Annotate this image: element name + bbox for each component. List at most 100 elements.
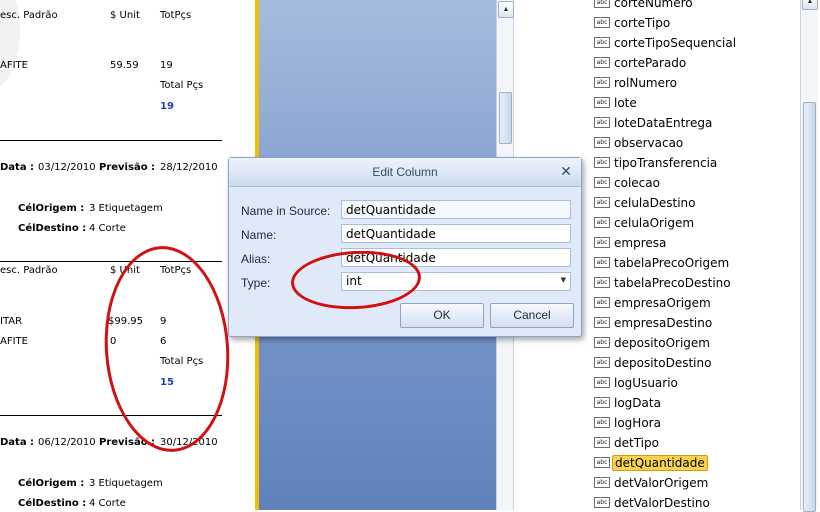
field-item-label: celulaDestino (614, 195, 696, 210)
string-field-icon: abc (594, 197, 610, 208)
field-item-label: detValorDestino (614, 495, 710, 510)
field-item[interactable]: abc celulaOrigem (594, 214, 696, 231)
name-field[interactable] (341, 224, 571, 243)
string-field-icon: abc (594, 417, 610, 428)
field-item[interactable]: abc depositoDestino (594, 354, 713, 371)
field-item-label: detTipo (614, 435, 659, 450)
previsao-value: 28/12/2010 (160, 162, 218, 173)
scrollbar-thumb[interactable] (803, 102, 816, 512)
scroll-up-button[interactable]: ▲ (802, 0, 818, 10)
field-item-label: tabelaPrecoDestino (614, 275, 731, 290)
field-item[interactable]: abc empresa (594, 234, 668, 251)
ok-button[interactable]: OK (400, 303, 484, 328)
item-qty: 19 (160, 60, 173, 71)
string-field-icon: abc (594, 457, 610, 468)
field-item-label: logData (614, 395, 661, 410)
name-in-source-field[interactable] (341, 200, 571, 219)
col-header-desc: esc. Padrão (0, 265, 58, 276)
string-field-icon: abc (594, 357, 610, 368)
field-item[interactable]: abc lote (594, 94, 639, 111)
field-item-label: observacao (614, 135, 684, 150)
string-field-icon: abc (594, 57, 610, 68)
alias-label: Alias: (241, 252, 271, 266)
field-item-label: corteTipo (614, 15, 671, 30)
string-field-icon: abc (594, 37, 610, 48)
item-desc: ITAR (0, 316, 23, 327)
field-item-label: detValorOrigem (614, 475, 709, 490)
field-item[interactable]: abc detQuantidade (594, 454, 708, 471)
cancel-button[interactable]: Cancel (490, 303, 574, 328)
field-item-label: empresaDestino (614, 315, 713, 330)
string-field-icon: abc (594, 337, 610, 348)
string-field-icon: abc (594, 297, 610, 308)
field-item[interactable]: abc celulaDestino (594, 194, 697, 211)
string-field-icon: abc (594, 497, 610, 508)
field-item[interactable]: abc detValorDestino (594, 494, 712, 511)
string-field-icon: abc (594, 437, 610, 448)
field-item[interactable]: abc empresaOrigem (594, 294, 713, 311)
item-unit: 59.59 (110, 60, 139, 71)
string-field-icon: abc (594, 477, 610, 488)
string-field-icon: abc (594, 17, 610, 28)
field-item[interactable]: abc corteParado (594, 54, 688, 71)
field-item-label: celulaOrigem (614, 215, 695, 230)
field-item-label: corteParado (614, 55, 687, 70)
string-field-icon: abc (594, 377, 610, 388)
data-value: 03/12/2010 (38, 162, 96, 173)
field-item-label: logHora (614, 415, 661, 430)
field-item[interactable]: abc depositoOrigem (594, 334, 712, 351)
total-label: Total Pçs (160, 80, 204, 91)
string-field-icon: abc (594, 257, 610, 268)
field-item[interactable]: abc rolNumero (594, 74, 679, 91)
string-field-icon: abc (594, 117, 610, 128)
string-field-icon: abc (594, 277, 610, 288)
field-list: abc corteNumero abc corteTipo abc corteTipoSe… (594, 0, 800, 510)
field-list-scrollbar[interactable]: ▲ (800, 0, 818, 512)
destino-label: CélDestino : (18, 498, 87, 509)
close-icon[interactable]: ✕ (559, 163, 573, 179)
field-item[interactable]: abc colecao (594, 174, 662, 191)
separator (0, 140, 222, 141)
data-label: Data : (0, 162, 35, 173)
field-item[interactable]: abc logData (594, 394, 663, 411)
scroll-up-button[interactable]: ▲ (498, 1, 514, 18)
origem-label: CélOrigem : (18, 478, 85, 489)
item-desc: AFITE (0, 336, 28, 347)
field-item[interactable]: abc corteNumero (594, 0, 695, 11)
field-item[interactable]: abc loteDataEntrega (594, 114, 714, 131)
field-item[interactable]: abc empresaDestino (594, 314, 714, 331)
string-field-icon: abc (594, 397, 610, 408)
scrollbar-thumb[interactable] (499, 92, 512, 144)
field-item[interactable]: abc observacao (594, 134, 685, 151)
field-item[interactable]: abc corteTipoSequencial (594, 34, 738, 51)
item-desc: AFITE (0, 60, 28, 71)
string-field-icon: abc (594, 217, 610, 228)
string-field-icon: abc (594, 137, 610, 148)
string-field-icon: abc (594, 237, 610, 248)
previsao-label: Previsão : (99, 162, 156, 173)
field-item[interactable]: abc tabelaPrecoDestino (594, 274, 733, 291)
field-item-label: loteDataEntrega (614, 115, 713, 130)
field-item[interactable]: abc tipoTransferencia (594, 154, 719, 171)
string-field-icon: abc (594, 157, 610, 168)
chevron-down-icon[interactable]: ▼ (561, 276, 566, 284)
destino-value: 4 Corte (89, 223, 126, 234)
field-item-label: corteNumero (614, 0, 693, 10)
field-item[interactable]: abc logUsuario (594, 374, 680, 391)
destino-value: 4 Corte (89, 498, 126, 509)
edit-column-dialog: Edit Column ✕ Name in Source: Name: Alia… (228, 157, 582, 337)
dialog-title: Edit Column (372, 165, 438, 179)
field-item[interactable]: abc logHora (594, 414, 663, 431)
col-header-tot: TotPçs (160, 10, 192, 21)
string-field-icon: abc (594, 77, 610, 88)
field-item[interactable]: abc tabelaPrecoOrigem (594, 254, 731, 271)
field-item[interactable]: abc detValorOrigem (594, 474, 710, 491)
string-field-icon: abc (594, 317, 610, 328)
data-value: 06/12/2010 (38, 437, 96, 448)
field-item-label: tabelaPrecoOrigem (614, 255, 730, 270)
field-item[interactable]: abc detTipo (594, 434, 661, 451)
dialog-title-bar[interactable]: Edit Column ✕ (229, 158, 581, 187)
field-item[interactable]: abc corteTipo (594, 14, 672, 31)
name-in-source-label: Name in Source: (241, 204, 331, 218)
total-value: 19 (160, 101, 174, 112)
